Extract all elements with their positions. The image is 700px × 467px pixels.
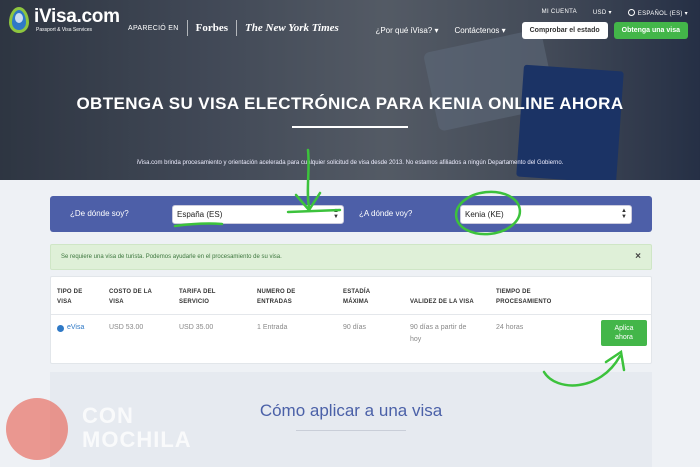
logo[interactable]: iVisa.com Passport & Visa Services [9,7,120,33]
get-visa-button[interactable]: Obtenga una visa [613,22,688,39]
language-selector[interactable]: ESPAÑOL (ES) ▾ [627,9,688,17]
requirement-alert: Se requiere una visa de turista. Podemos… [50,244,652,270]
hero-banner: iVisa.com Passport & Visa Services APARE… [0,0,700,180]
press-label: APARECIÓ EN [128,24,179,32]
hero-disclaimer: iVisa.com brinda procesamiento y orienta… [136,160,564,166]
stay-cell: 90 días [343,324,366,331]
to-label: ¿A dónde voy? [359,209,413,218]
page-title: OBTENGA SU VISA ELECTRÓNICA PARA KENIA O… [76,94,624,113]
to-country-value: Kenia (KE) [465,210,504,219]
entries-cell: 1 Entrada [257,324,288,331]
service-fee-cell: USD 35.00 [179,324,214,331]
close-icon[interactable]: × [635,251,641,262]
to-country-select[interactable]: Kenia (KE) ▲ ▼ [460,205,632,224]
select-arrows-icon: ▲ ▼ [333,208,339,220]
column-header-validity: VALIDEZ DE LA VISA [410,299,474,305]
column-header-entries: NUMERO DE ENTRADAS [257,289,296,305]
language-label: ESPAÑOL (ES) ▾ [637,11,688,17]
divider [236,20,238,36]
watermark-logo-icon [6,398,68,460]
from-label: ¿De dónde soy? [70,209,129,218]
press-mentions: APARECIÓ EN Forbes The New York Times [128,20,339,36]
from-country-select[interactable]: España (ES) ▲ ▼ [172,205,344,224]
visa-type-cell[interactable]: eVisa [57,322,84,334]
visa-cost-cell: USD 53.00 [109,324,144,331]
logo-name: iVisa.com [34,6,120,27]
column-header-fee: TARIFA DEL SERVICIO [179,289,216,305]
column-header-cost: COSTO DE LA VISA [109,289,153,305]
divider [51,314,651,315]
nyt-logo: The New York Times [245,22,339,34]
divider [186,20,188,36]
visa-checker-form: ¿De dónde soy? España (ES) ▲ ▼ ¿A dónde v… [50,196,652,232]
currency-selector[interactable]: USD ▾ [593,9,612,17]
visa-type-label: eVisa [67,324,85,331]
ivisa-logo-icon [9,7,29,33]
my-account-link[interactable]: MI CUENTA [542,9,577,17]
watermark-text: CON MOCHILA [82,403,192,452]
utility-links: MI CUENTA USD ▾ ESPAÑOL (ES) ▾ [542,9,688,17]
column-header-processing: TIEMPO DE PROCESAMIENTO [496,289,552,305]
evisa-icon [57,324,64,332]
validity-cell: 90 días a partir de hoy [410,324,467,343]
apply-now-button[interactable]: Aplica ahora [601,320,647,346]
globe-icon [627,9,635,16]
processing-cell: 24 horas [496,324,524,331]
check-status-button[interactable]: Comprobar el estado [521,22,608,39]
visa-options-table: TIPO DE VISA COSTO DE LA VISA TARIFA DEL SE… [50,276,652,364]
main-nav: ¿Por qué iVisa? ▾ Contáctenos ▾ Comproba… [375,22,688,39]
nav-why-ivisa[interactable]: ¿Por qué iVisa? ▾ [375,26,438,35]
top-bar: iVisa.com Passport & Visa Services APARE… [0,0,700,44]
logo-tagline: Passport & Visa Services [36,27,93,33]
section-underline [296,430,406,431]
forbes-logo: Forbes [195,22,229,34]
column-header-type: TIPO DE VISA [57,289,83,305]
from-country-value: España (ES) [177,210,223,219]
select-arrows-icon: ▲ ▼ [621,208,627,220]
alert-text: Se requiere una visa de turista. Podemos… [61,254,282,260]
column-header-stay: ESTADÍA MÁXIMA [343,289,371,305]
title-underline [292,126,408,128]
nav-contact[interactable]: Contáctenos ▾ [454,26,505,35]
